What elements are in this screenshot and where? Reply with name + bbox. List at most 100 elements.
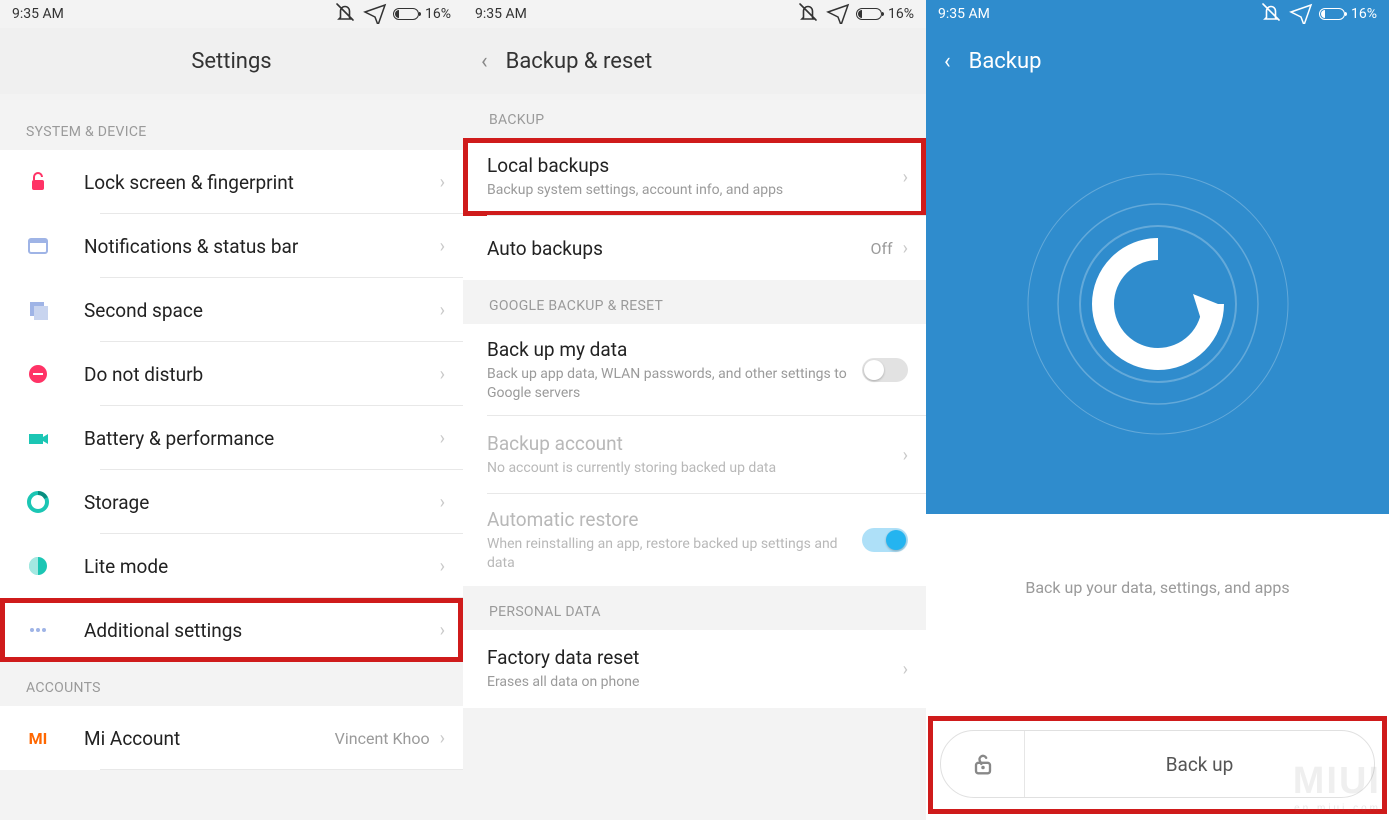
back-button[interactable]: ‹ xyxy=(944,49,951,74)
row-factory-reset[interactable]: Factory data reset Erases all data on ph… xyxy=(463,630,926,708)
watermark: MIUI en.miui.com xyxy=(1293,760,1381,814)
row-label: Auto backups xyxy=(487,237,870,260)
row-value: Off xyxy=(870,239,892,258)
screen-settings: 9:35 AM 16% Settings SYSTEM & DEVICE Loc… xyxy=(0,0,463,820)
row-dnd[interactable]: Do not disturb › xyxy=(0,342,463,406)
row-label: Backup account xyxy=(487,432,903,455)
battery-icon xyxy=(393,8,419,20)
airplane-icon xyxy=(363,0,387,28)
toggle-backup-my-data[interactable] xyxy=(862,358,908,382)
row-label: Lite mode xyxy=(84,555,440,578)
page-title: Backup xyxy=(969,49,1042,74)
screen-backup: 9:35 AM 16% ‹ Backup Back up your data, … xyxy=(926,0,1389,820)
battery-text: 16% xyxy=(425,6,451,22)
row-label: Back up my data xyxy=(487,338,862,361)
section-backup: BACKUP xyxy=(463,94,926,138)
chevron-right-icon: › xyxy=(440,556,445,577)
row-label: Automatic restore xyxy=(487,508,862,531)
chevron-right-icon: › xyxy=(440,428,445,449)
row-label: Local backups xyxy=(487,154,903,177)
chevron-right-icon: › xyxy=(440,620,445,641)
row-second-space[interactable]: Second space › xyxy=(0,278,463,342)
chevron-right-icon: › xyxy=(440,728,445,749)
row-value: Vincent Khoo xyxy=(335,729,430,748)
row-notifications[interactable]: Notifications & status bar › xyxy=(0,214,463,278)
header: Settings xyxy=(0,28,463,94)
section-google: GOOGLE BACKUP & RESET xyxy=(463,280,926,324)
toggle-automatic-restore[interactable] xyxy=(862,528,908,552)
airplane-icon xyxy=(1289,0,1313,28)
section-personal-data: PERSONAL DATA xyxy=(463,586,926,630)
row-backup-my-data[interactable]: Back up my data Back up app data, WLAN p… xyxy=(463,324,926,416)
settings-list: Lock screen & fingerprint › Notification… xyxy=(0,150,463,662)
storage-icon xyxy=(26,490,50,514)
lock-icon xyxy=(26,170,50,194)
row-sub: Backup system settings, account info, an… xyxy=(487,181,903,200)
battery-icon xyxy=(1319,8,1345,20)
status-time: 9:35 AM xyxy=(12,6,64,22)
backup-hero xyxy=(926,94,1389,514)
lock-toggle-button[interactable] xyxy=(941,731,1025,797)
unlock-icon xyxy=(969,750,997,778)
chevron-right-icon: › xyxy=(440,300,445,321)
row-label: Lock screen & fingerprint xyxy=(84,171,440,194)
status-bar: 9:35 AM 16% xyxy=(463,0,926,28)
row-sub: Back up app data, WLAN passwords, and ot… xyxy=(487,365,862,403)
chevron-right-icon: › xyxy=(440,172,445,193)
row-battery[interactable]: Battery & performance › xyxy=(0,406,463,470)
section-accounts: ACCOUNTS xyxy=(0,662,463,706)
page-title: Settings xyxy=(191,49,271,74)
header: ‹ Backup & reset xyxy=(463,28,926,94)
dnd-icon xyxy=(26,362,50,386)
chevron-right-icon: › xyxy=(440,364,445,385)
status-bar-icon xyxy=(26,234,50,258)
row-sub: No account is currently storing backed u… xyxy=(487,459,903,478)
row-mi-account[interactable]: MI Mi Account Vincent Khoo › xyxy=(0,706,463,770)
airplane-icon xyxy=(826,0,850,28)
page-title: Backup & reset xyxy=(506,49,653,74)
status-time: 9:35 AM xyxy=(475,6,527,22)
row-backup-account[interactable]: Backup account No account is currently s… xyxy=(463,416,926,494)
chevron-right-icon: › xyxy=(903,167,908,188)
status-bar: 9:35 AM 16% xyxy=(926,0,1389,28)
row-label: Notifications & status bar xyxy=(84,235,440,258)
battery-icon xyxy=(856,8,882,20)
row-label: Factory data reset xyxy=(487,646,903,669)
camera-icon xyxy=(26,426,50,450)
second-space-icon xyxy=(26,298,50,322)
backup-ring-icon xyxy=(1008,154,1308,454)
header: ‹ Backup xyxy=(926,28,1389,94)
alarm-off-icon xyxy=(1259,0,1283,28)
row-label: Do not disturb xyxy=(84,363,440,386)
gap xyxy=(0,94,463,106)
row-auto-backups[interactable]: Auto backups Off › xyxy=(463,216,926,280)
row-label: Mi Account xyxy=(84,727,335,750)
more-icon xyxy=(26,618,50,642)
alarm-off-icon xyxy=(796,0,820,28)
row-lock-screen[interactable]: Lock screen & fingerprint › xyxy=(0,150,463,214)
section-system-device: SYSTEM & DEVICE xyxy=(0,106,463,150)
row-label: Second space xyxy=(84,299,440,322)
row-storage[interactable]: Storage › xyxy=(0,470,463,534)
screen-backup-reset: 9:35 AM 16% ‹ Backup & reset BACKUP Loca… xyxy=(463,0,926,820)
chevron-right-icon: › xyxy=(440,236,445,257)
row-local-backups[interactable]: Local backups Backup system settings, ac… xyxy=(463,138,926,216)
row-label: Battery & performance xyxy=(84,427,440,450)
row-automatic-restore[interactable]: Automatic restore When reinstalling an a… xyxy=(463,494,926,586)
mi-logo-icon: MI xyxy=(26,726,50,750)
row-sub: When reinstalling an app, restore backed… xyxy=(487,535,862,573)
chevron-right-icon: › xyxy=(903,659,908,680)
row-sub: Erases all data on phone xyxy=(487,673,903,692)
row-additional-settings[interactable]: Additional settings › xyxy=(0,598,463,662)
status-bar: 9:35 AM 16% xyxy=(0,0,463,28)
lite-mode-icon xyxy=(26,554,50,578)
row-lite-mode[interactable]: Lite mode › xyxy=(0,534,463,598)
chevron-right-icon: › xyxy=(903,445,908,466)
back-button[interactable]: ‹ xyxy=(481,49,488,74)
chevron-right-icon: › xyxy=(903,238,908,259)
alarm-off-icon xyxy=(333,0,357,28)
backup-body: Back up your data, settings, and apps Ba… xyxy=(926,514,1389,820)
row-label: Storage xyxy=(84,491,440,514)
backup-caption: Back up your data, settings, and apps xyxy=(926,514,1389,597)
battery-text: 16% xyxy=(888,6,914,22)
